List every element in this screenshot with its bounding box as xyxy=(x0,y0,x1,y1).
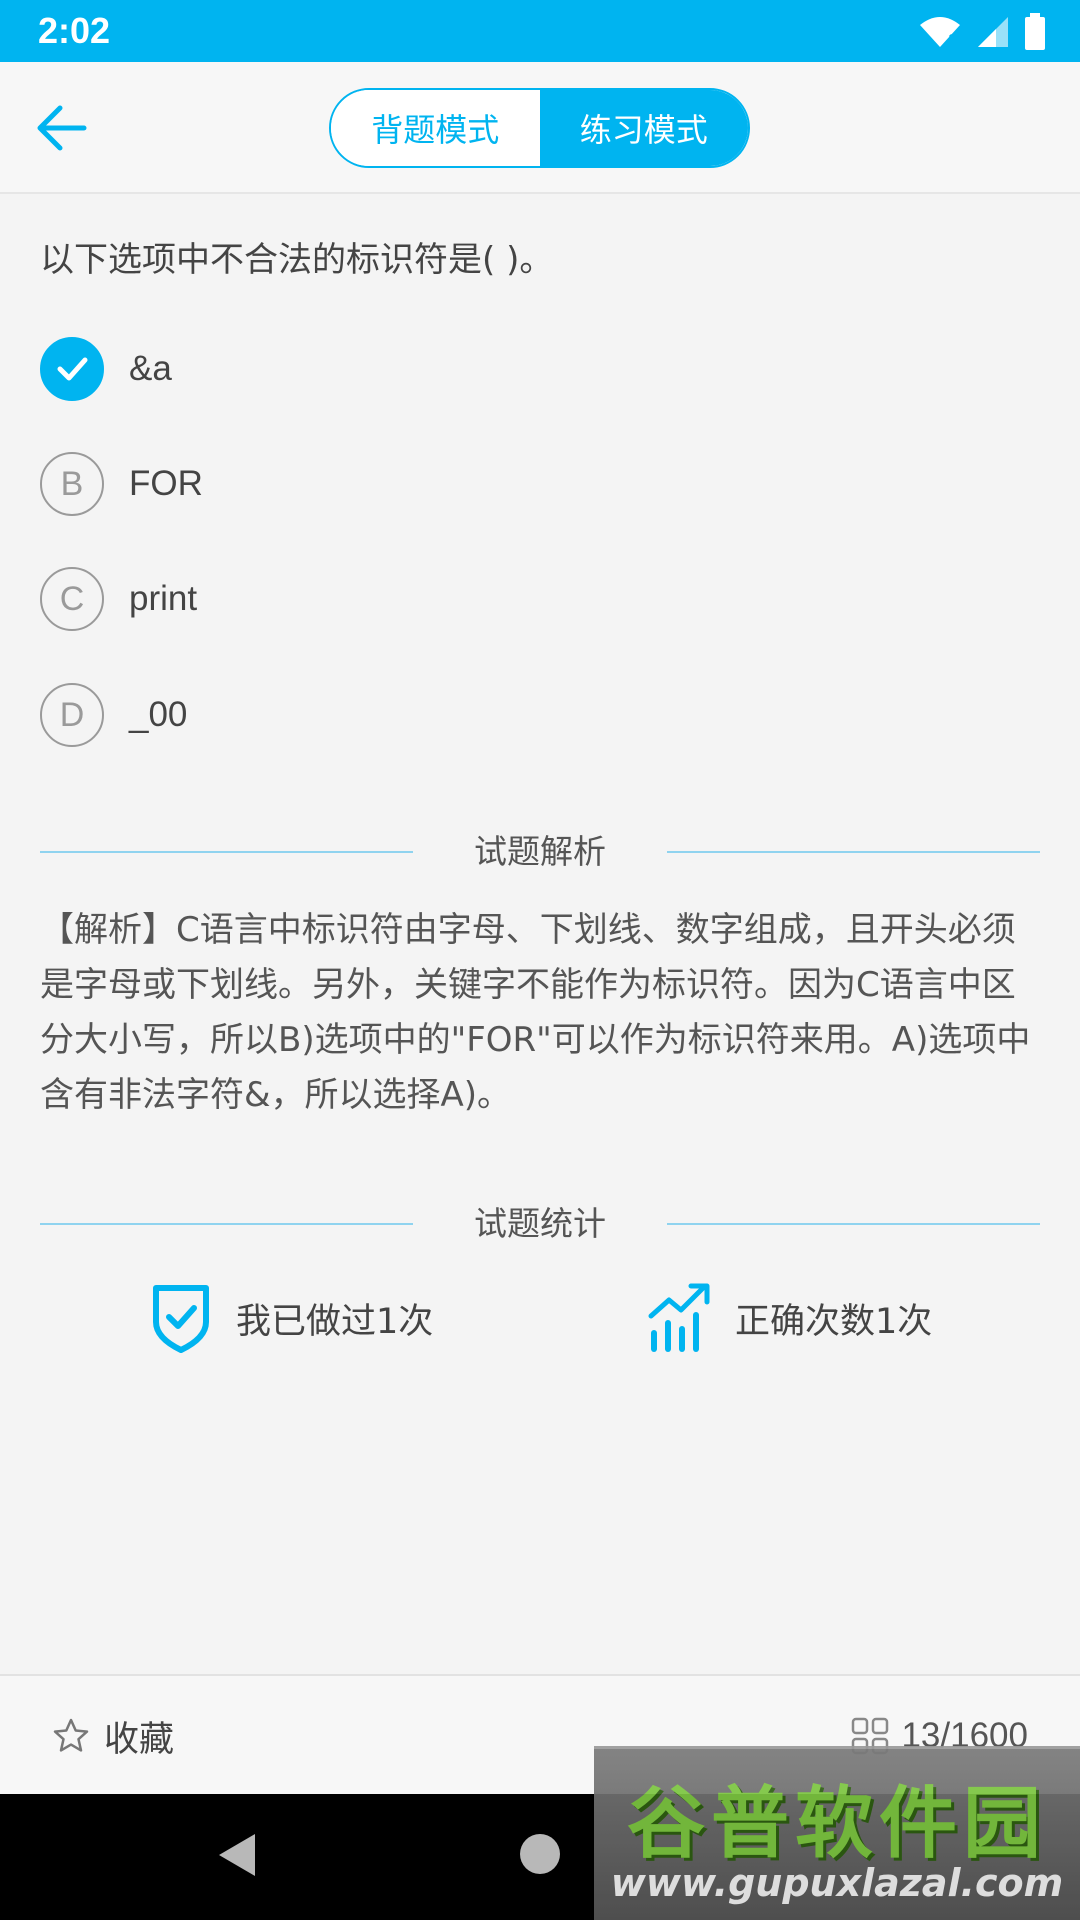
stat-done-text: 我已做过1次 xyxy=(236,1301,434,1342)
favorite-label: 收藏 xyxy=(104,1719,175,1760)
trend-chart-icon xyxy=(645,1280,715,1356)
star-icon xyxy=(53,1718,89,1752)
nav-home-button[interactable] xyxy=(520,1834,560,1874)
watermark-title: 谷普软件园 xyxy=(626,1779,1047,1869)
check-icon xyxy=(40,337,104,401)
option-b[interactable]: B FOR xyxy=(40,451,940,517)
shield-check-icon xyxy=(146,1280,216,1356)
stat-correct-text: 正确次数1次 xyxy=(735,1301,933,1342)
question-text: 以下选项中不合法的标识符是( )。 xyxy=(40,240,554,280)
watermark-url: www.gupuxlazal.com xyxy=(610,1861,1064,1905)
header: 背题模式 练习模式 xyxy=(0,62,1080,194)
option-a-text: &a xyxy=(129,349,172,388)
option-c[interactable]: C print xyxy=(40,566,940,632)
divider xyxy=(667,851,1040,853)
option-c-text: print xyxy=(129,579,198,618)
back-button[interactable] xyxy=(34,100,94,156)
wifi-icon xyxy=(920,17,960,47)
analysis-heading: 试题解析 xyxy=(40,826,1040,878)
stat-correct: 正确次数1次 xyxy=(645,1280,932,1356)
option-b-text: FOR xyxy=(129,464,203,503)
battery-icon xyxy=(1025,13,1045,50)
option-d[interactable]: D _00 xyxy=(40,682,940,748)
arrow-left-icon xyxy=(37,105,87,151)
triangle-back-icon xyxy=(219,1834,255,1876)
stat-done: 我已做过1次 xyxy=(146,1280,433,1356)
nav-back-button[interactable] xyxy=(215,1830,259,1884)
option-a[interactable]: &a xyxy=(40,336,940,402)
analysis-text: 【解析】C语言中标识符由字母、下划线、数字组成，且开头必须是字母或下划线。另外，… xyxy=(40,910,1031,1115)
favorite-button[interactable]: 收藏 xyxy=(52,1706,174,1766)
status-time: 2:02 xyxy=(38,10,111,51)
option-c-letter: C xyxy=(40,567,104,631)
mode-switch: 背题模式 练习模式 xyxy=(329,88,750,168)
status-icons xyxy=(918,12,1046,52)
option-d-text: _00 xyxy=(129,695,188,734)
stats-heading: 试题统计 xyxy=(40,1198,1040,1250)
option-d-letter: D xyxy=(40,683,104,747)
divider xyxy=(667,1223,1040,1225)
watermark: 谷普软件园 www.gupuxlazal.com xyxy=(594,1746,1080,1920)
status-bar: 2:02 xyxy=(0,0,1080,62)
tab-review-mode[interactable]: 背题模式 xyxy=(331,90,540,166)
tab-practice-mode[interactable]: 练习模式 xyxy=(539,90,748,166)
signal-icon xyxy=(978,17,1008,47)
option-b-letter: B xyxy=(40,452,104,516)
